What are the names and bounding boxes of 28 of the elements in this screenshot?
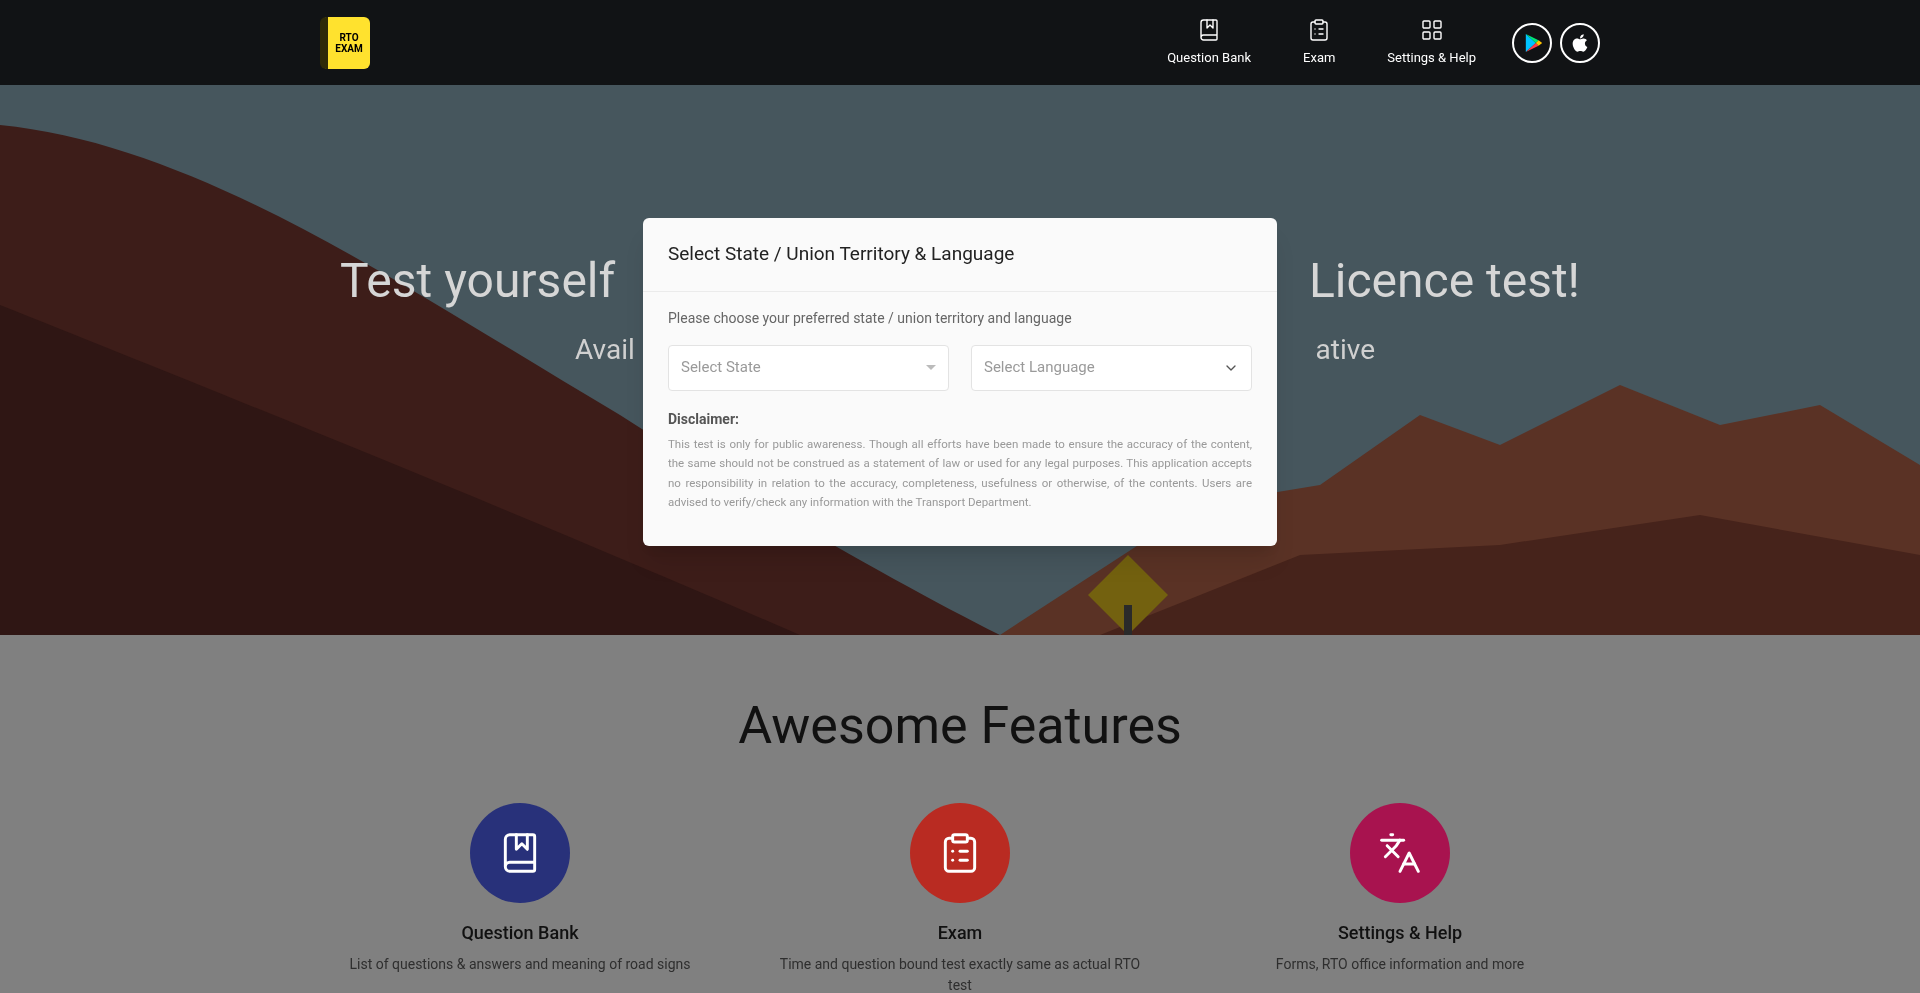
logo-text: EXAM — [335, 42, 363, 54]
feature-description: List of questions & answers and meaning of road signs — [348, 955, 692, 974]
app-store-link[interactable] — [1560, 22, 1600, 63]
play-store-link[interactable] — [1512, 22, 1552, 63]
feature-title: Question Bank — [461, 921, 579, 945]
caret-icon — [926, 365, 936, 370]
nav-link[interactable]: Settings & Help — [1379, 17, 1484, 68]
feature-title: Settings & Help — [1337, 921, 1463, 945]
dialog-title: Select State / Union Territory & Language — [668, 241, 1016, 267]
play-icon — [1524, 32, 1544, 53]
logo-text: RTO — [339, 31, 359, 43]
apple-icon — [1570, 32, 1590, 53]
hero-title: Licence test! — [1308, 251, 1580, 311]
disclaimer-label: Disclaimer: — [668, 409, 740, 429]
grid-icon — [1419, 17, 1444, 42]
hero-title: Test yourself — [340, 251, 616, 311]
hero-subtitle: ative — [1315, 332, 1375, 368]
feature-description: Forms, RTO office information and more — [1274, 955, 1526, 974]
nav-link[interactable]: Exam — [1295, 17, 1344, 68]
feature-title: Exam — [937, 921, 983, 945]
disclaimer-text: This test is only for public awareness. Though all efforts have been made to ensure the accuracy of the content, the same should not be construed as a statement of law or used for any legal purposes. This application accepts no responsibility in relation to the accuracy, completeness, usefulness or otherwise, of the contents. Users are advised to verify/check any information with the Transport Department. — [668, 435, 1252, 511]
translate-icon — [1378, 831, 1422, 875]
hero-subtitle: Avail — [575, 332, 635, 368]
app-logo[interactable]: RTO EXAM — [320, 16, 370, 69]
nav-link[interactable]: Question Bank — [1159, 17, 1260, 68]
feature-description: Time and question bound test exactly same as actual RTO test — [778, 955, 1142, 993]
section-title: Awesome Features — [738, 694, 1182, 758]
dialog-prompt: Please choose your preferred state / union territory and language — [668, 308, 1073, 328]
